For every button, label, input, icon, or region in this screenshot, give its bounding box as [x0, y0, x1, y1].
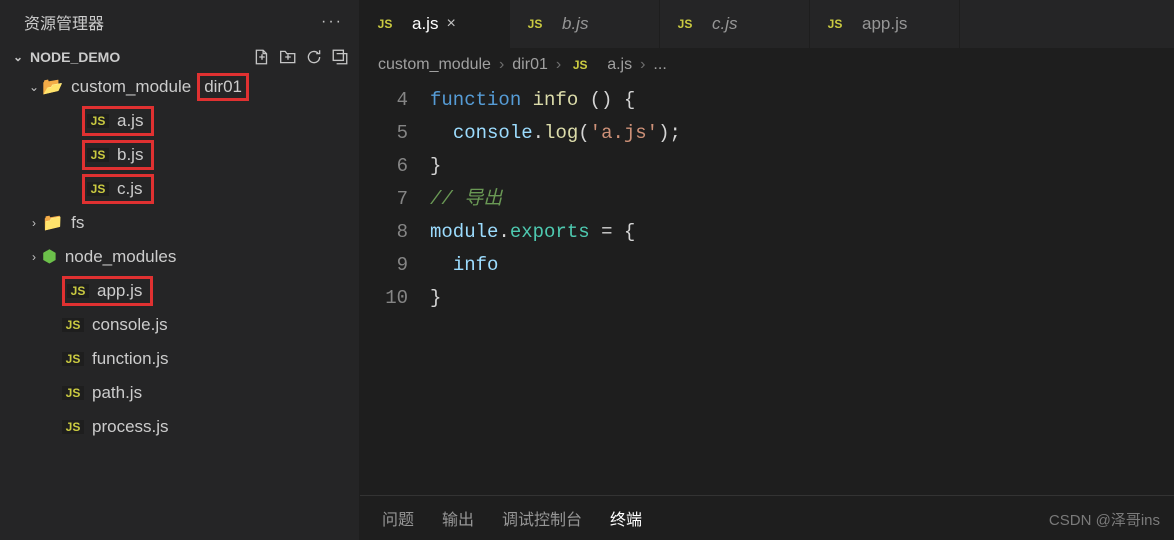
panel-tab[interactable]: 调试控制台 [502, 506, 582, 530]
new-folder-icon[interactable] [279, 48, 297, 66]
panel-tab[interactable]: 问题 [382, 506, 414, 530]
file-item[interactable]: JS b.js [0, 138, 359, 172]
tab-label: b.js [562, 14, 588, 34]
item-label: process.js [92, 417, 169, 437]
js-icon: JS [62, 420, 84, 434]
js-icon: JS [569, 58, 591, 72]
file-item[interactable]: JS path.js [0, 376, 359, 410]
explorer-title: 资源管理器 [24, 10, 104, 34]
file-item[interactable]: JS a.js [0, 104, 359, 138]
highlight-box: JS app.js [62, 276, 153, 306]
file-item[interactable]: JS function.js [0, 342, 359, 376]
code-editor[interactable]: 45678910 function info () { console.log(… [360, 82, 1174, 495]
js-icon: JS [62, 352, 84, 366]
highlight-box: JS a.js [82, 106, 154, 136]
tab-label: app.js [862, 14, 907, 34]
js-icon: JS [824, 17, 846, 31]
refresh-icon[interactable] [305, 48, 323, 66]
close-icon[interactable]: × [446, 15, 455, 33]
breadcrumb-tail[interactable]: ... [653, 56, 666, 74]
folder-item[interactable]: ›📁 fs [0, 206, 359, 240]
more-icon[interactable]: ··· [321, 13, 343, 31]
highlight-box: JS c.js [82, 174, 154, 204]
breadcrumb-part[interactable]: custom_module [378, 56, 491, 74]
project-name: NODE_DEMO [30, 49, 120, 65]
item-label: b.js [117, 145, 143, 165]
tab-label: c.js [712, 14, 738, 34]
chevron-down-icon: ⌄ [10, 50, 26, 64]
folder-item[interactable]: ›⬢ node_modules [0, 240, 359, 274]
project-row[interactable]: ⌄ NODE_DEMO [0, 44, 359, 70]
js-icon: JS [87, 148, 109, 162]
explorer-header: 资源管理器 ··· [0, 0, 359, 44]
item-label: function.js [92, 349, 169, 369]
editor-tab[interactable]: JS c.js [660, 0, 810, 48]
breadcrumb-file[interactable]: a.js [607, 56, 632, 74]
js-icon: JS [674, 17, 696, 31]
js-icon: JS [62, 386, 84, 400]
js-icon: JS [524, 17, 546, 31]
folder-item[interactable]: ⌄📂 custom_module dir01 [0, 70, 359, 104]
file-item[interactable]: JS app.js [0, 274, 359, 308]
file-item[interactable]: JS c.js [0, 172, 359, 206]
chevron-right-icon: › [556, 56, 561, 74]
watermark: CSDN @泽哥ins [1049, 509, 1160, 530]
new-file-icon[interactable] [253, 48, 271, 66]
file-tree: ⌄📂custom_moduledir01JSa.jsJSb.jsJSc.js›📁… [0, 70, 359, 540]
editor-tab[interactable]: JS a.js × [360, 0, 510, 48]
collapse-icon[interactable] [331, 48, 349, 66]
explorer-sidebar: 资源管理器 ··· ⌄ NODE_DEMO ⌄📂custom_moduledir… [0, 0, 360, 540]
item-label: fs [71, 213, 84, 233]
js-icon: JS [87, 114, 109, 128]
js-icon: JS [67, 284, 89, 298]
panel-tab[interactable]: 终端 [610, 506, 642, 530]
node-modules-icon: ⬢ [42, 247, 57, 267]
chevron-right-icon: › [640, 56, 645, 74]
panel-tab[interactable]: 输出 [442, 506, 474, 530]
js-icon: JS [87, 182, 109, 196]
item-label: a.js [117, 111, 143, 131]
file-item[interactable]: JS process.js [0, 410, 359, 444]
chevron-right-icon: › [26, 250, 42, 264]
item-label: path.js [92, 383, 142, 403]
highlight-box: dir01 [197, 73, 249, 101]
item-label: app.js [97, 281, 142, 301]
item-label: custom_module [71, 77, 191, 97]
item-label: console.js [92, 315, 168, 335]
code-content[interactable]: function info () { console.log('a.js');}… [430, 84, 1174, 495]
folder-icon: 📂 [42, 77, 63, 97]
editor-tab[interactable]: JS b.js [510, 0, 660, 48]
item-label: c.js [117, 179, 143, 199]
item-label: node_modules [65, 247, 177, 267]
breadcrumb[interactable]: custom_module › dir01 › JS a.js › ... [360, 48, 1174, 82]
project-actions [253, 48, 349, 66]
breadcrumb-part[interactable]: dir01 [512, 56, 548, 74]
line-gutter: 45678910 [360, 84, 430, 495]
chevron-down-icon: ⌄ [26, 80, 42, 94]
tab-label: a.js [412, 14, 438, 34]
editor-area: JS a.js ×JS b.js JS c.js JS app.js custo… [360, 0, 1174, 540]
editor-tab[interactable]: JS app.js [810, 0, 960, 48]
highlight-box: JS b.js [82, 140, 154, 170]
chevron-right-icon: › [499, 56, 504, 74]
js-icon: JS [374, 17, 396, 31]
chevron-right-icon: › [26, 216, 42, 230]
file-item[interactable]: JS console.js [0, 308, 359, 342]
js-icon: JS [62, 318, 84, 332]
editor-tabs: JS a.js ×JS b.js JS c.js JS app.js [360, 0, 1174, 48]
folder-icon: 📁 [42, 213, 63, 233]
